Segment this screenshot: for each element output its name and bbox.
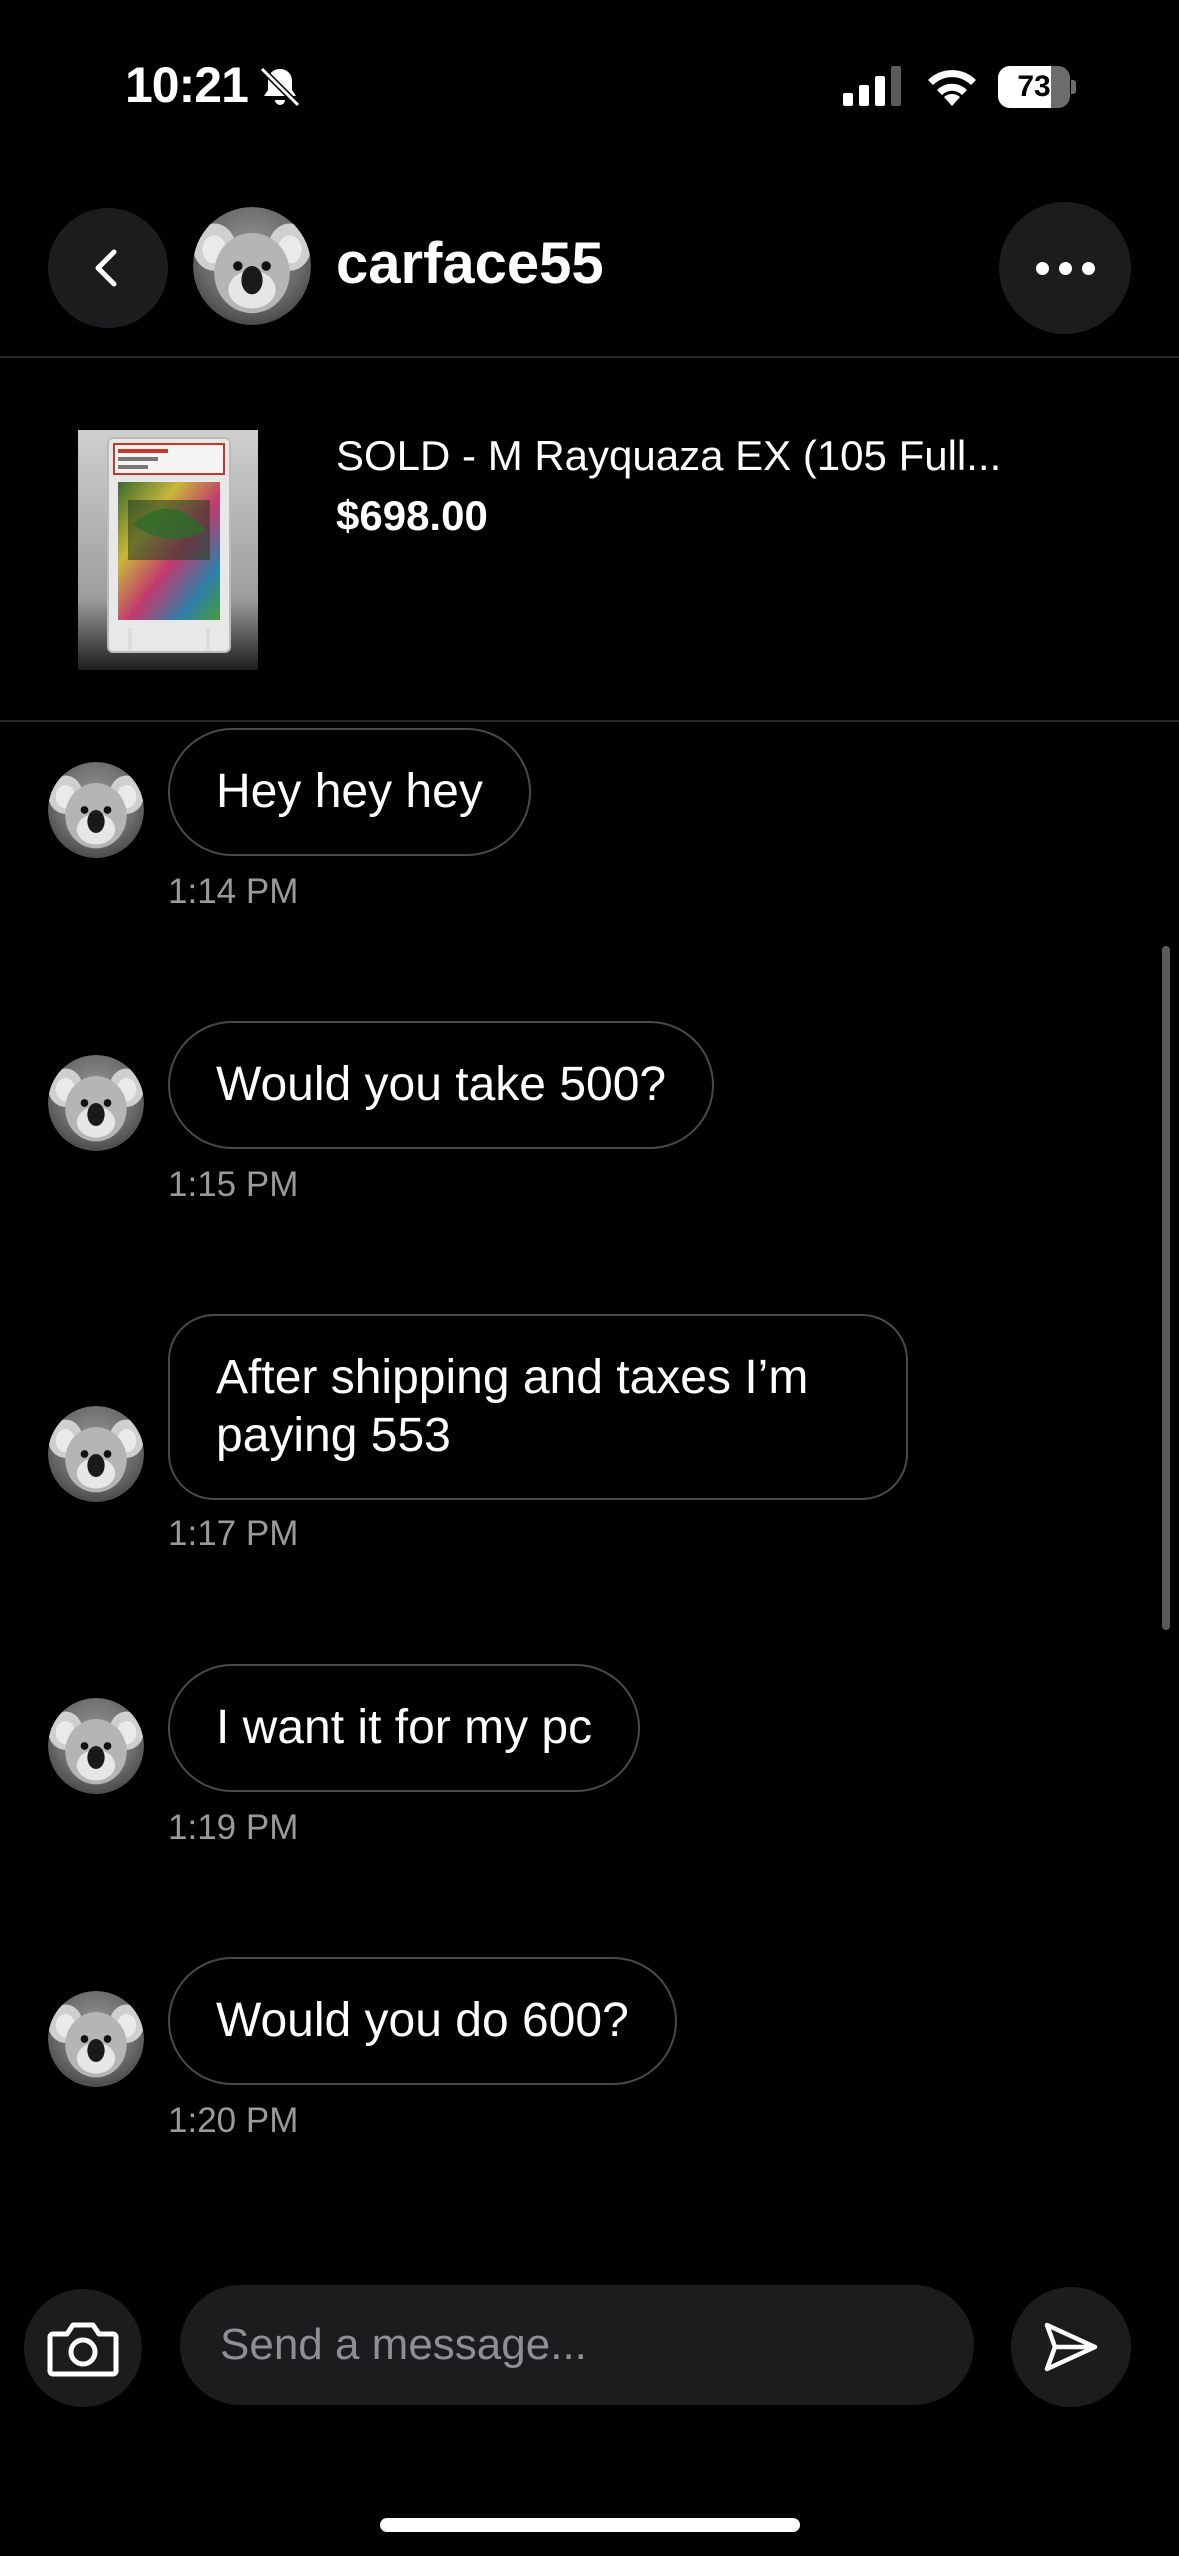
bell-slash-icon	[259, 66, 301, 108]
send-icon	[1044, 2322, 1098, 2372]
message-timestamp: 1:15 PM	[168, 1165, 299, 1204]
listing-thumbnail[interactable]	[78, 430, 258, 670]
cellular-signal-icon	[843, 66, 901, 106]
message-bubble[interactable]: Hey hey hey	[168, 728, 531, 856]
status-bar: 10:21 73	[0, 0, 1179, 170]
conversation-header: carface55	[0, 170, 1179, 358]
message-timestamp: 1:14 PM	[168, 872, 299, 911]
camera-button[interactable]	[24, 2289, 142, 2407]
message-timestamp: 1:19 PM	[168, 1808, 299, 1847]
home-indicator[interactable]	[380, 2518, 800, 2532]
avatar[interactable]	[48, 1991, 144, 2087]
listing-price: $698.00	[336, 492, 488, 539]
message-bubble[interactable]: Would you do 600?	[168, 1957, 677, 2085]
wifi-icon	[928, 70, 976, 106]
back-button[interactable]	[48, 208, 168, 328]
message-bubble[interactable]: After shipping and taxes I’m paying 553	[168, 1314, 908, 1500]
more-options-button[interactable]	[999, 202, 1131, 334]
chevron-left-icon	[95, 249, 117, 287]
message-bubble[interactable]: I want it for my pc	[168, 1664, 641, 1792]
scrollbar[interactable]	[1162, 946, 1170, 1630]
listing-summary[interactable]: SOLD - M Rayquaza EX (105 Full... $698.0…	[0, 358, 1179, 722]
avatar[interactable]	[193, 207, 311, 325]
avatar[interactable]	[48, 1698, 144, 1794]
listing-title: SOLD - M Rayquaza EX (105 Full...	[336, 432, 1002, 479]
send-button[interactable]	[1011, 2287, 1131, 2407]
message-timestamp: 1:17 PM	[168, 1514, 299, 1553]
message-bubble[interactable]: Would you take 500?	[168, 1021, 715, 1149]
battery-indicator: 73	[998, 66, 1076, 108]
status-time: 10:21	[125, 57, 249, 113]
username[interactable]: carface55	[336, 230, 604, 297]
ellipsis-icon	[1035, 261, 1049, 275]
camera-icon	[47, 2322, 119, 2377]
avatar[interactable]	[48, 1055, 144, 1151]
battery-level: 73	[1017, 70, 1051, 103]
avatar[interactable]	[48, 762, 144, 858]
avatar[interactable]	[48, 1406, 144, 1502]
message-timestamp: 1:20 PM	[168, 2101, 299, 2140]
message-input[interactable]	[180, 2285, 974, 2405]
